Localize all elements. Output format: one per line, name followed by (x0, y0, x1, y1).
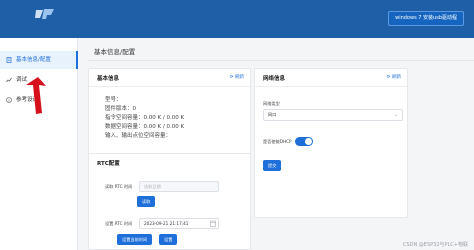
firmware-line: 固件版本：0 (105, 106, 136, 112)
data-space-line: 数据空间容量：0.00 K / 0.00 K (105, 124, 185, 130)
network-type-label: 网络类型 (263, 101, 280, 106)
main-content: 基本信息/配置 基本信息 ⟳ 刷新 型号： 固件版本：0 指令空间容量：0.00… (78, 38, 474, 250)
model-line: 型号： (105, 97, 122, 103)
sidebar-item-basic-info[interactable]: 基本信息/配置 (0, 51, 78, 69)
submit-button[interactable]: 提交 (263, 160, 282, 171)
logo-mark-icon (35, 9, 54, 19)
page-title: 基本信息/配置 (94, 48, 136, 56)
logo (26, 7, 68, 31)
annotation-arrow-icon (26, 77, 46, 114)
watermark: CSDN @ESP32与PLC+物联 (402, 242, 468, 248)
read-rtc-label: 读取 RTC 时间 (105, 184, 133, 189)
refresh-button[interactable]: ⟳ 刷新 (387, 74, 401, 80)
set-rtc-label: 设置 RTC 时间 (105, 221, 133, 226)
chevron-down-icon: ⌄ (394, 113, 398, 118)
instruction-space-line: 指令空间容量：0.00 K / 0.00 K (105, 115, 185, 121)
set-rtc-value: 2023-09-21 21:17:41 (144, 221, 189, 226)
network-type-value: 网口 (268, 112, 277, 117)
read-rtc-button[interactable]: 读取 (137, 196, 156, 207)
sidebar: 基本信息/配置 调试 参考设计 (0, 38, 78, 250)
chart-icon (6, 77, 12, 83)
top-header: windows 7 安装usb驱动程 (0, 0, 474, 38)
title-divider (88, 60, 474, 61)
toggle-knob (305, 138, 312, 145)
refresh-button[interactable]: ⟳ 刷新 (230, 74, 244, 80)
dhcp-toggle[interactable] (295, 137, 313, 146)
card-title: RTC配置 (97, 161, 120, 167)
io-space-line: 输入、输出点位空间容量： (105, 133, 172, 139)
info-icon (6, 97, 12, 103)
refresh-label: 刷新 (235, 75, 244, 80)
set-rtc-input[interactable]: 2023-09-21 21:17:41 (139, 218, 219, 229)
card-title: 网络信息 (263, 76, 286, 82)
card-header: 基本信息 ⟳ 刷新 (89, 69, 250, 87)
set-rtc-button[interactable]: 设置 (159, 234, 178, 245)
read-rtc-input: 选取日期 (139, 181, 219, 192)
network-type-select[interactable]: 网口 ⌄ (263, 109, 403, 121)
set-current-time-button[interactable]: 设置当前时间 (117, 234, 153, 245)
rtc-card: RTC配置 读取 RTC 时间 选取日期 读取 设置 RTC 时间 2023-0… (88, 153, 251, 250)
refresh-icon: ⟳ (229, 75, 234, 80)
card-header: RTC配置 (89, 154, 250, 172)
calendar-icon (210, 220, 216, 227)
document-icon (6, 57, 12, 63)
card-title: 基本信息 (97, 76, 120, 82)
install-driver-button[interactable]: windows 7 安装usb驱动程 (388, 11, 464, 26)
read-rtc-placeholder: 选取日期 (144, 184, 161, 189)
sidebar-item-label: 基本信息/配置 (16, 57, 51, 63)
basic-info-card: 基本信息 ⟳ 刷新 型号： 固件版本：0 指令空间容量：0.00 K / 0.0… (88, 68, 251, 156)
network-card: 网络信息 ⟳ 刷新 网络类型 网口 ⌄ 是否使能DHCP 提交 (254, 68, 408, 218)
refresh-icon: ⟳ (386, 75, 391, 80)
card-header: 网络信息 ⟳ 刷新 (255, 69, 407, 87)
refresh-label: 刷新 (392, 75, 401, 80)
dhcp-label: 是否使能DHCP (263, 139, 292, 144)
